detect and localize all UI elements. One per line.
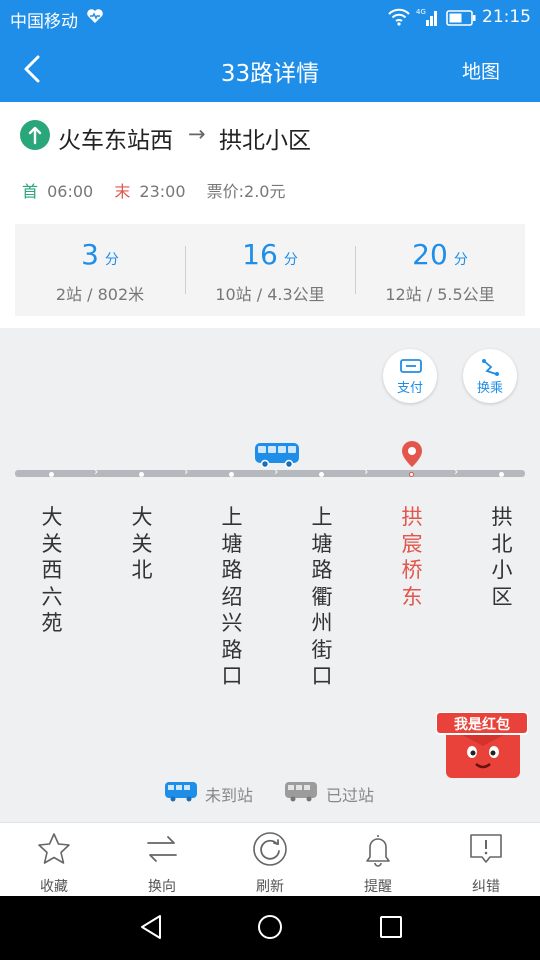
stop-name[interactable]: 上塘路衢州街口 [309, 504, 335, 690]
stop-name[interactable]: 上塘路绍兴路口 [219, 504, 245, 690]
stop-name[interactable]: 大关北 [129, 504, 155, 584]
stop-dot [499, 472, 504, 477]
eta-unit: 分 [104, 252, 119, 268]
stop-dot [139, 472, 144, 477]
map-button[interactable]: 地图 [462, 57, 500, 84]
clock: 21:15 [482, 7, 531, 27]
favorite-button[interactable]: 收藏 [0, 823, 108, 897]
stop-dot [49, 472, 54, 477]
eta-minutes: 3 [81, 238, 99, 271]
legend-not-arrived: 未到站 [205, 786, 254, 805]
wifi-icon [388, 8, 410, 30]
bus-passed-icon [284, 781, 318, 807]
last-bus-mark: 末 [114, 182, 131, 201]
tab-label: 刷新 [256, 879, 284, 895]
stop-dot-current [409, 472, 414, 477]
nav-bar: 33路详情 地图 [0, 36, 540, 102]
eta-detail: 2站 / 802米 [55, 285, 145, 304]
tab-label: 收藏 [40, 879, 68, 895]
first-bus-mark: 首 [22, 182, 39, 201]
ticket-icon [399, 357, 423, 379]
bottom-toolbar: 收藏 换向 刷新 提醒 纠错 [0, 822, 540, 896]
stop-name[interactable]: 拱北小区 [489, 504, 515, 610]
stop-name[interactable]: 大关西六苑 [39, 504, 65, 637]
transfer-button[interactable]: 换乘 [463, 349, 517, 403]
page-title: 33路详情 [220, 61, 320, 87]
eta-item[interactable]: 16 分 10站 / 4.3公里 [185, 224, 355, 316]
direction-chevron-icon: › [364, 465, 369, 478]
star-icon [36, 831, 72, 871]
transfer-label: 换乘 [476, 381, 503, 396]
eta-panel: 3分 2站 / 802米 16 分 10站 / 4.3公里 20 分 12站 / 5… [15, 224, 525, 316]
stop-dot [229, 472, 234, 477]
fare: 票价:2.0元 [206, 182, 286, 201]
direction-chevron-icon: › [274, 465, 279, 478]
direction-chevron-icon: › [94, 465, 99, 478]
carrier-name: 中国移动 [10, 12, 78, 32]
direction-icon [20, 120, 50, 150]
reverse-direction-button[interactable]: 换向 [108, 823, 216, 897]
pay-button[interactable]: 支付 [383, 349, 437, 403]
eta-minutes: 20 [412, 238, 448, 271]
eta-unit: 分 [283, 252, 298, 268]
eta-detail: 12站 / 5.5公里 [385, 285, 495, 304]
eta-minutes: 16 [242, 238, 278, 271]
last-bus-time: 23:00 [139, 182, 186, 201]
report-error-button[interactable]: 纠错 [432, 823, 540, 897]
report-icon [468, 831, 504, 871]
bus-not-arrived-icon [164, 781, 198, 807]
battery-icon [446, 10, 476, 30]
eta-item[interactable]: 20 分 12站 / 5.5公里 [355, 224, 525, 316]
route-origin: 火车东站西 [58, 128, 173, 154]
direction-chevron-icon: › [454, 465, 459, 478]
tab-label: 纠错 [472, 879, 500, 895]
route-arrow: → [188, 122, 206, 146]
stop-dot [319, 472, 324, 477]
heart-icon [86, 8, 104, 28]
system-back-icon[interactable] [136, 912, 166, 946]
system-home-icon[interactable] [255, 912, 285, 946]
tab-label: 提醒 [364, 879, 392, 895]
route-track [15, 470, 525, 477]
first-bus-time: 06:00 [47, 182, 94, 201]
system-navigation-bar [0, 896, 540, 960]
eta-detail: 10站 / 4.3公里 [215, 285, 325, 304]
stop-name-current[interactable]: 拱宸桥东 [399, 504, 425, 610]
swap-icon [144, 831, 180, 871]
refresh-button[interactable]: 刷新 [216, 823, 324, 897]
service-times: 首 06:00 末 23:00 票价:2.0元 [22, 178, 289, 202]
system-recents-icon[interactable] [376, 912, 406, 946]
refresh-icon [252, 831, 288, 871]
pay-label: 支付 [396, 381, 423, 396]
bell-icon [360, 831, 396, 871]
signal-icon: 4G [416, 6, 440, 32]
route-destination: 拱北小区 [219, 128, 311, 154]
direction-chevron-icon: › [184, 465, 189, 478]
status-bar: 中国移动 4G 21:15 [0, 0, 540, 36]
eta-unit: 分 [453, 252, 468, 268]
red-packet-label: 我是红包 [454, 717, 510, 733]
tab-label: 换向 [148, 879, 176, 895]
eta-item[interactable]: 3分 2站 / 802米 [15, 224, 185, 316]
legend-passed: 已过站 [326, 786, 375, 805]
red-packet-button[interactable]: 我是红包 [435, 711, 529, 780]
svg-text:4G: 4G [416, 8, 426, 16]
reminder-button[interactable]: 提醒 [324, 823, 432, 897]
